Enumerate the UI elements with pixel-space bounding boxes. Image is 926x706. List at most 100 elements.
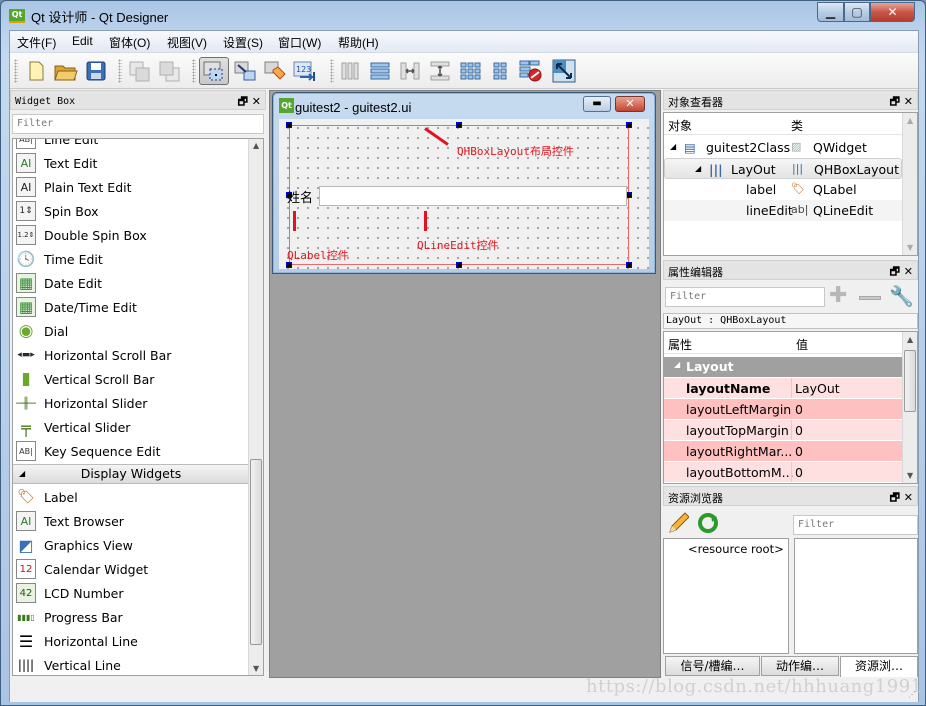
column-class[interactable]: 类 [791,117,803,134]
float-icon[interactable]: 🗗 [890,491,900,504]
widget-item[interactable]: 1⇕ Spin Box [13,199,249,223]
scroll-down-icon[interactable]: ▼ [253,664,259,673]
scroll-down-icon[interactable]: ▼ [907,243,913,252]
resize-handle[interactable] [286,122,292,128]
open-button[interactable] [52,57,80,85]
form-close-button[interactable]: ✕ [615,96,645,112]
title-bar[interactable]: Qt Qt 设计师 - Qt Designer [1,1,926,31]
scroll-thumb[interactable] [250,459,262,645]
resource-root-item[interactable]: <resource root> [688,542,784,556]
float-icon[interactable]: 🗗 [890,265,900,278]
widget-item[interactable]: AI Text Edit [13,151,249,175]
float-icon[interactable]: 🗗 [238,95,248,108]
object-row[interactable]: label 🏷 QLabel [664,179,902,200]
property-value[interactable]: 0 [795,423,803,438]
column-object[interactable]: 对象 [668,117,692,134]
object-row[interactable]: ◢ ||| LayOut ||| QHBoxLayout [664,158,902,179]
group-row-layout[interactable]: ◢ Layout [664,357,902,377]
object-tree-scrollbar[interactable]: ▲ ▼ [902,113,917,255]
menu-window[interactable]: 窗口(W) [278,34,321,51]
scroll-up-icon[interactable]: ▲ [253,141,259,150]
menu-settings[interactable]: 设置(S) [223,34,263,51]
form-minimize-button[interactable]: ▬ [583,96,611,112]
float-icon[interactable]: 🗗 [890,95,900,108]
name-line-edit[interactable] [319,186,627,206]
property-filter-input[interactable]: Filter [665,287,825,307]
widget-item[interactable]: ▦ Date Edit [13,271,249,295]
property-row[interactable]: layoutLeftMargin 0 [664,399,902,420]
scroll-up-icon[interactable]: ▲ [907,116,913,125]
tab-signal-slot-editor[interactable]: 信号/槽编… [665,656,760,676]
layout-form-button[interactable] [486,57,514,85]
toolbar-grip[interactable] [118,59,122,83]
property-row[interactable]: layoutName LayOut [664,378,902,399]
object-inspector-title-bar[interactable]: 对象查看器 🗗 ✕ [663,90,918,110]
layout-vertical-button[interactable] [366,57,394,85]
tab-resource-browser[interactable]: 资源浏… [840,656,918,677]
save-button[interactable] [82,57,110,85]
dock-close-icon[interactable]: ✕ [252,95,261,108]
property-row[interactable]: layoutRightMar... 0 [664,441,902,462]
column-property[interactable]: 属性 [668,336,692,353]
property-scrollbar[interactable]: ▲ ▼ [902,332,917,483]
toolbar-grip[interactable] [330,59,334,83]
object-row[interactable]: lineEdit ab| QLineEdit [664,200,902,221]
widget-item[interactable]: ╤ Vertical Slider [13,415,249,439]
widget-item[interactable]: AI Text Browser [13,509,249,533]
expand-triangle-icon[interactable]: ◢ [695,164,701,173]
widget-item[interactable]: ▦ Date/Time Edit [13,295,249,319]
widget-item[interactable]: ◩ Graphics View [13,533,249,557]
menu-help[interactable]: 帮助(H) [338,34,379,51]
edit-widgets-button[interactable] [199,57,229,85]
menu-edit[interactable]: Edit [72,34,93,48]
object-row[interactable]: ◢ ▤ guitest2Class ▨ QWidget [664,137,902,158]
break-layout-button[interactable] [516,57,544,85]
scroll-down-icon[interactable]: ▼ [907,471,913,480]
property-value[interactable]: 0 [795,444,803,459]
resize-handle[interactable] [456,122,462,128]
layout-v-splitter-button[interactable] [426,57,454,85]
minimize-button[interactable]: ▁ [817,2,844,22]
category-display-widgets[interactable]: ◢ Display Widgets [13,464,249,484]
property-row[interactable]: layoutTopMargin 0 [664,420,902,441]
toolbar-grip[interactable] [192,59,196,83]
widget-item[interactable]: AB| Key Sequence Edit [13,439,249,463]
resize-handle[interactable] [456,262,462,268]
tab-action-editor[interactable]: 动作编… [761,656,839,676]
reload-button[interactable] [697,512,719,537]
resize-handle[interactable] [626,122,632,128]
new-file-button[interactable] [22,57,50,85]
resize-handle[interactable] [626,262,632,268]
widget-item[interactable]: ◉ Dial [13,319,249,343]
form-canvas[interactable]: 姓名 QHBoxLayout布局控件 QLabel控件 QLineEdit控件 [279,119,649,269]
widget-item[interactable]: |||| Vertical Line [13,653,249,675]
widget-list-scrollbar[interactable]: ▲ ▼ [248,139,263,675]
remove-property-icon[interactable] [859,296,881,300]
widget-item[interactable]: AB| Line Edit [13,139,249,151]
property-editor-title-bar[interactable]: 属性编辑器 🗗 ✕ [663,260,918,280]
configure-wrench-icon[interactable]: 🔧 [889,284,914,308]
widget-item[interactable]: ─╫─ Horizontal Slider [13,391,249,415]
collapse-triangle-icon[interactable]: ◢ [674,360,680,369]
name-label[interactable]: 姓名 [287,187,313,206]
property-row[interactable]: layoutBottomM... 0 [664,462,902,483]
maximize-button[interactable]: ▢ [844,2,870,22]
scroll-thumb[interactable] [904,350,916,412]
column-value[interactable]: 值 [796,336,808,353]
resource-filter-input[interactable]: Filter [793,515,918,535]
property-value[interactable]: 0 [795,402,803,417]
collapse-triangle-icon[interactable]: ◢ [19,465,25,483]
dock-close-icon[interactable]: ✕ [904,265,913,278]
widget-item[interactable]: ▮▮▮▯ Progress Bar [13,605,249,629]
widget-item[interactable]: 1.2⇕ Double Spin Box [13,223,249,247]
widget-item[interactable]: ◂▬▸ Horizontal Scroll Bar [13,343,249,367]
send-to-back-button[interactable] [126,57,154,85]
widget-item[interactable]: ☰ Horizontal Line [13,629,249,653]
edit-tab-order-button[interactable]: 123 [291,57,319,85]
expand-triangle-icon[interactable]: ◢ [670,142,676,151]
widget-item[interactable]: 42 LCD Number [13,581,249,605]
resource-browser-title-bar[interactable]: 资源浏览器 🗗 ✕ [663,486,918,506]
edit-signals-slots-button[interactable] [231,57,259,85]
bring-to-front-button[interactable] [156,57,184,85]
widget-item[interactable]: AI Plain Text Edit [13,175,249,199]
